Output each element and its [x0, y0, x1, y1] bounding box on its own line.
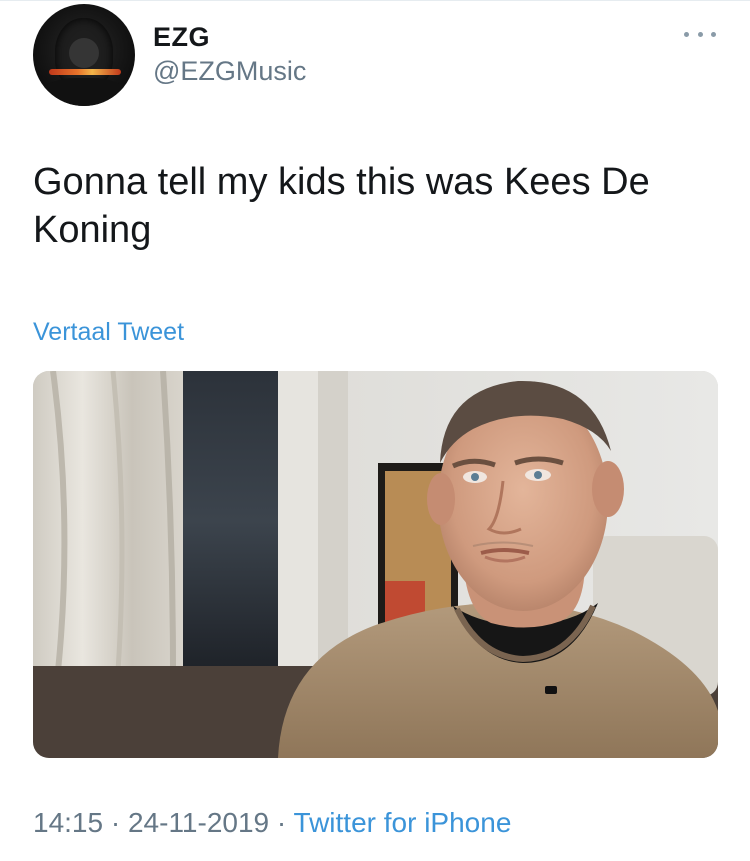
tweet-date[interactable]: 24-11-2019: [128, 807, 269, 838]
more-dot: [711, 31, 716, 37]
author-name[interactable]: EZG: [153, 22, 210, 53]
translate-tweet-link[interactable]: Vertaal Tweet: [33, 318, 184, 347]
more-options-icon[interactable]: [684, 24, 716, 44]
meta-separator: ·: [276, 807, 287, 838]
avatar-prop: [49, 69, 121, 75]
avatar[interactable]: [33, 4, 135, 106]
tweet-photo[interactable]: [33, 371, 718, 758]
tweet-time[interactable]: 14:15: [33, 807, 103, 838]
tweet-source-link[interactable]: Twitter for iPhone: [294, 807, 512, 838]
photo-man-in-sweater: [33, 371, 718, 758]
tweet-text: Gonna tell my kids this was Kees De Koni…: [33, 161, 650, 251]
more-dot: [697, 31, 703, 37]
author-handle[interactable]: @EZGMusic: [153, 56, 306, 87]
avatar-body: [41, 78, 127, 106]
avatar-face: [69, 38, 99, 68]
tweet-meta: 14:15 · 24-11-2019 · Twitter for iPhone: [33, 807, 511, 839]
top-divider: [0, 0, 750, 1]
meta-separator: ·: [110, 807, 121, 838]
more-dot: [684, 31, 689, 37]
